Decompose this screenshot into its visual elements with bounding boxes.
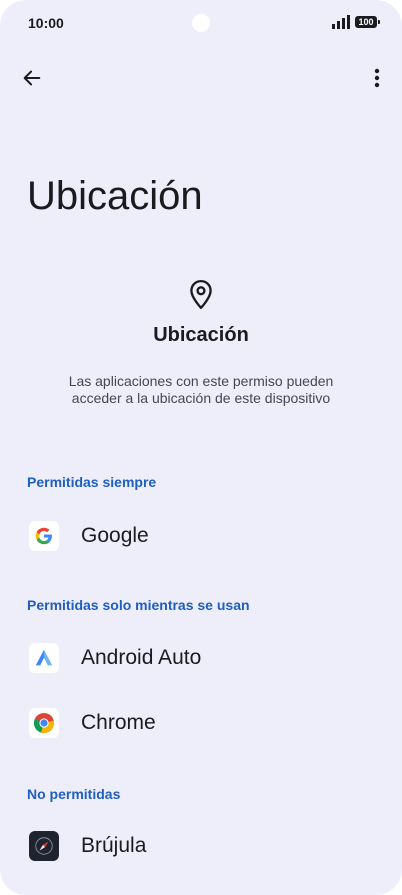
- status-bar: 10:00 100: [0, 0, 402, 44]
- permission-screen: 10:00 100 Ubicación Ubicación Las aplica…: [0, 0, 402, 895]
- app-label-google: Google: [81, 524, 149, 547]
- google-icon: [29, 521, 59, 551]
- section-label-allowed-while-in-use: Permitidas solo mientras se usan: [27, 597, 250, 613]
- signal-icon: [332, 15, 350, 29]
- location-pin-icon: [190, 279, 212, 309]
- android-auto-icon: [29, 643, 59, 673]
- app-label-compass: Brújula: [81, 834, 147, 857]
- page-title: Ubicación: [27, 174, 203, 218]
- compass-icon: [29, 831, 59, 861]
- app-row-chrome[interactable]: Chrome: [0, 693, 402, 753]
- app-label-chrome: Chrome: [81, 711, 156, 734]
- camera-cutout: [192, 14, 210, 32]
- more-options-button[interactable]: [360, 60, 394, 96]
- back-button[interactable]: [14, 60, 50, 96]
- status-time: 10:00: [28, 15, 64, 31]
- chrome-icon: [29, 708, 59, 738]
- section-label-not-allowed: No permitidas: [27, 786, 121, 802]
- section-label-allowed-always: Permitidas siempre: [27, 474, 157, 490]
- app-row-compass[interactable]: Brújula: [0, 816, 402, 876]
- app-row-google[interactable]: Google: [0, 506, 402, 566]
- app-label-android-auto: Android Auto: [81, 646, 202, 669]
- permission-title: Ubicación: [153, 324, 249, 346]
- app-row-android-auto[interactable]: Android Auto: [0, 628, 402, 688]
- permission-description: Las aplicaciones con este permiso pueden…: [68, 373, 334, 406]
- arrow-back-icon: [23, 70, 41, 86]
- battery-icon: 100: [355, 16, 380, 28]
- more-vert-icon: [374, 68, 380, 88]
